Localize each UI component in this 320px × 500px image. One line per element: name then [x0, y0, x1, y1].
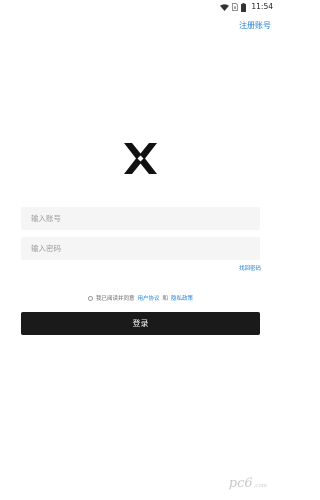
x-logo-icon — [124, 142, 157, 175]
wifi-icon — [220, 3, 230, 11]
battery-icon — [241, 2, 247, 12]
agreement-conjunction: 和 — [162, 296, 169, 302]
password-input[interactable] — [21, 237, 260, 260]
status-icons: 11:54 — [220, 2, 273, 12]
user-agreement-link[interactable]: 用户协议 — [137, 294, 159, 302]
status-time: 11:54 — [251, 2, 273, 11]
agreement-row: 我已阅读并同意 用户协议和隐私政策 — [0, 294, 281, 302]
no-sim-icon — [232, 3, 239, 11]
privacy-policy-link[interactable]: 隐私政策 — [171, 294, 193, 302]
watermark-main: pc6 — [228, 476, 253, 491]
login-button[interactable]: 登录 — [21, 312, 260, 335]
forgot-password-link[interactable]: 找回密码 — [239, 264, 261, 272]
watermark-sub: .com — [253, 483, 267, 489]
status-bar: 11:54 — [0, 0, 281, 14]
register-account-link[interactable]: 注册账号 — [239, 20, 271, 31]
login-screen: 11:54 注册账号 找回密码 我已阅读并同意用户协议和隐私政策 登录 pc6 … — [0, 0, 281, 500]
agreement-text: 我已阅读并同意 — [95, 296, 135, 302]
watermark: pc6 .com — [229, 476, 267, 491]
account-input[interactable] — [21, 207, 260, 230]
agree-checkbox[interactable] — [87, 295, 93, 301]
